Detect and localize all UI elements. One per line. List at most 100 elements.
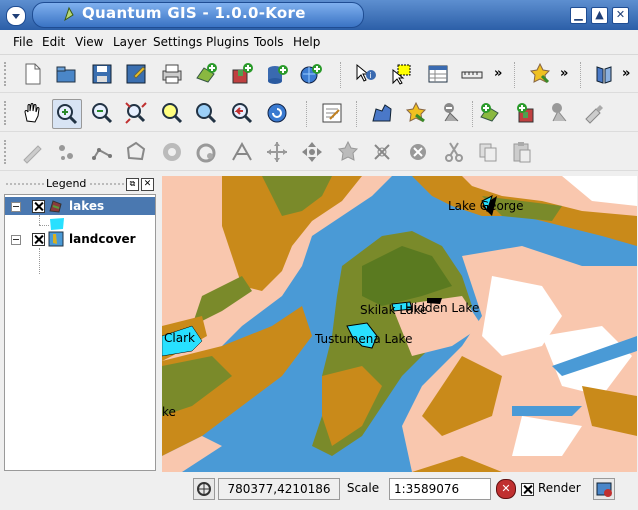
toolbar-extension-icon[interactable]: » (494, 66, 502, 81)
layer-name: lakes (69, 199, 105, 213)
menu-settings[interactable]: Settings (153, 35, 202, 49)
move-vertex-icon[interactable] (298, 138, 326, 166)
toolbar-extension-icon[interactable]: » (560, 66, 568, 81)
legend-tree: lakes landcover (4, 194, 156, 471)
close-panel-icon[interactable]: ✕ (141, 178, 154, 191)
show-all-layers-icon[interactable] (402, 99, 430, 127)
help-icon[interactable] (590, 60, 618, 88)
map-navigation-toolbar (0, 95, 638, 132)
remove-layer-icon[interactable] (546, 99, 574, 127)
pan-icon[interactable] (18, 99, 46, 127)
delete-selected-icon[interactable] (404, 138, 432, 166)
print-icon[interactable] (158, 60, 186, 88)
collapse-icon[interactable] (11, 202, 21, 212)
toolbar-grip[interactable] (4, 62, 10, 86)
layer-visibility-checkbox[interactable] (32, 233, 45, 246)
layer-visibility-checkbox[interactable] (32, 200, 45, 213)
save-as-icon[interactable] (122, 60, 150, 88)
add-raster-layer-icon[interactable] (228, 60, 256, 88)
menu-edit[interactable]: Edit (42, 35, 65, 49)
window-menu-button[interactable] (6, 6, 26, 26)
stop-render-icon[interactable]: ✕ (496, 479, 516, 499)
legend-layer-lakes[interactable]: lakes (5, 197, 155, 215)
legend-panel: Legend ⧉ ✕ lakes landcover (4, 176, 156, 472)
menu-layer[interactable]: Layer (113, 35, 146, 49)
minimize-button[interactable]: ▁ (570, 7, 587, 24)
toggle-editing-icon[interactable] (18, 138, 46, 166)
svg-text:i: i (370, 71, 372, 80)
qgis-logo-icon (64, 6, 74, 22)
refresh-icon[interactable] (263, 99, 291, 127)
show-in-overview-icon[interactable] (368, 99, 396, 127)
layer-properties-icon[interactable] (580, 99, 608, 127)
new-bookmark-icon[interactable] (526, 60, 554, 88)
render-label: Render (538, 481, 581, 495)
add-ring-icon[interactable] (158, 138, 186, 166)
toolbar-grip[interactable] (4, 140, 10, 164)
attribute-table-icon[interactable] (424, 60, 452, 88)
add-vector-icon[interactable] (476, 99, 504, 127)
map-composer-icon[interactable] (318, 99, 346, 127)
projection-icon[interactable] (593, 478, 615, 500)
menu-file[interactable]: File (13, 35, 33, 49)
map-label-hidden-lake: Hidden Lake (405, 301, 480, 315)
title-bar: Quantum GIS - 1.0.0-Kore ▁ ▲ ✕ (0, 0, 638, 30)
zoom-last-icon[interactable] (228, 99, 256, 127)
vector-layer-icon (49, 200, 62, 213)
toolbar-separator (514, 62, 515, 88)
toolbar-separator (340, 62, 341, 88)
map-label-tustumena-lake: Tustumena Lake (315, 332, 413, 346)
add-wms-layer-icon[interactable] (297, 60, 325, 88)
capture-point-icon[interactable] (52, 138, 80, 166)
copy-features-icon[interactable] (474, 138, 502, 166)
split-features-icon[interactable] (228, 138, 256, 166)
paste-features-icon[interactable] (508, 138, 536, 166)
cut-features-icon[interactable] (440, 138, 468, 166)
raster-layer-icon (48, 231, 64, 247)
toolbar-grip[interactable] (4, 101, 10, 125)
select-features-icon[interactable] (388, 60, 416, 88)
file-toolbar: i » » » (0, 56, 638, 93)
add-vector-layer-icon[interactable] (192, 60, 220, 88)
add-postgis-layer-icon[interactable] (263, 60, 291, 88)
save-project-icon[interactable] (88, 60, 116, 88)
maximize-button[interactable]: ▲ (591, 7, 608, 24)
menu-bar: File Edit View Layer Settings Plugins To… (0, 30, 638, 55)
tree-connector (39, 248, 40, 274)
map-canvas[interactable]: Lake George Skilak Lake Hidden Lake Tust… (162, 176, 637, 472)
delete-vertex-icon[interactable] (368, 138, 396, 166)
menu-tools[interactable]: Tools (254, 35, 284, 49)
menu-help[interactable]: Help (293, 35, 320, 49)
toolbar-separator (472, 101, 473, 127)
hide-all-layers-icon[interactable] (438, 99, 466, 127)
scale-input[interactable]: 1:3589076 (389, 478, 491, 500)
open-project-icon[interactable] (52, 60, 80, 88)
move-feature-icon[interactable] (263, 138, 291, 166)
collapse-icon[interactable] (11, 235, 21, 245)
zoom-full-icon[interactable] (122, 99, 150, 127)
render-checkbox[interactable] (521, 483, 534, 496)
coordinates-display: 780377,4210186 (218, 478, 340, 500)
toggle-extents-icon[interactable] (193, 478, 215, 500)
toolbar-separator (306, 101, 307, 127)
add-vertex-icon[interactable] (334, 138, 362, 166)
add-island-icon[interactable] (192, 138, 220, 166)
new-project-icon[interactable] (18, 60, 46, 88)
toolbar-extension-icon[interactable]: » (622, 66, 630, 81)
measure-icon[interactable] (458, 60, 486, 88)
legend-title: Legend (46, 177, 87, 190)
float-panel-icon[interactable]: ⧉ (126, 178, 139, 191)
zoom-to-selection-icon[interactable] (158, 99, 186, 127)
capture-line-icon[interactable] (88, 138, 116, 166)
legend-layer-landcover[interactable]: landcover (5, 230, 155, 248)
close-button[interactable]: ✕ (612, 7, 629, 24)
zoom-out-icon[interactable] (88, 99, 116, 127)
zoom-to-layer-icon[interactable] (192, 99, 220, 127)
zoom-in-icon[interactable] (52, 99, 82, 129)
capture-polygon-icon[interactable] (122, 138, 150, 166)
map-label-clark: Clark (164, 331, 195, 345)
menu-view[interactable]: View (75, 35, 103, 49)
identify-icon[interactable]: i (352, 60, 380, 88)
menu-plugins[interactable]: Plugins (206, 35, 249, 49)
add-raster-icon[interactable] (512, 99, 540, 127)
